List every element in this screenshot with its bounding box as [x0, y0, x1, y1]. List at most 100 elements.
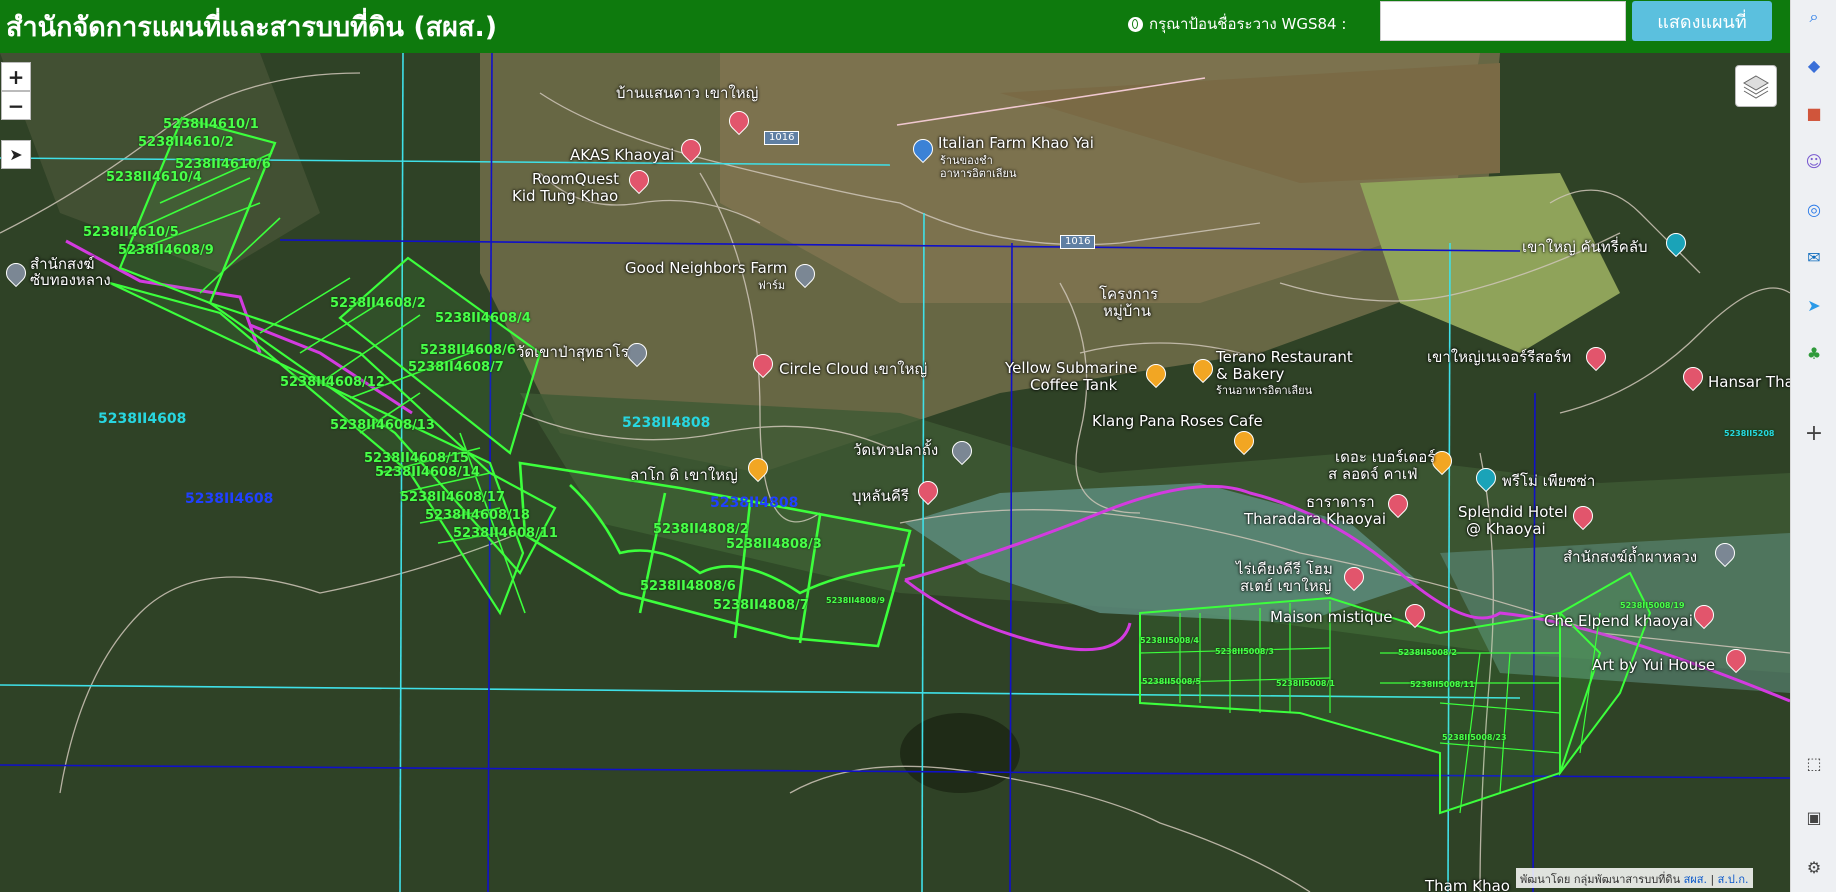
- poi-label[interactable]: เขาใหญ่เนเจอร์รีสอร์ท: [1427, 349, 1571, 366]
- poi-label: หมู่บ้าน: [1103, 303, 1151, 320]
- parcel-label: 5238II4610/1: [163, 117, 259, 132]
- poi-label: โครงการ: [1099, 286, 1158, 303]
- layers-button[interactable]: [1735, 65, 1777, 107]
- browser-sidebar: ⌕ ◆ ■ ☺ ◎ ✉ ➤ ♣ + ⬚ ▣ ⚙: [1790, 0, 1836, 892]
- parcel-label: 5238II4610/4: [106, 170, 202, 185]
- parcel-label: 5238II4608/12: [280, 375, 385, 390]
- zoom-out-button[interactable]: −: [1, 91, 31, 120]
- road-number: 1016: [764, 131, 799, 145]
- road-number: 1016: [1060, 235, 1095, 249]
- poi-label[interactable]: Splendid Hotel: [1458, 504, 1568, 521]
- poi-sublabel: ร้านอาหารอิตาเลียน: [1216, 382, 1312, 399]
- parcel-label: 5238II5008/11: [1410, 680, 1475, 689]
- map-canvas[interactable]: + − ➤ 1016 1016 บ้านแสนดาว เขาใหญ่ AKAS …: [0, 53, 1790, 892]
- parcel-label: 5238II4608/18: [425, 508, 530, 523]
- tag-icon[interactable]: ◆: [1803, 54, 1825, 76]
- poi-label[interactable]: RoomQuest: [532, 171, 619, 188]
- poi-label[interactable]: Yellow Submarine: [1005, 360, 1137, 377]
- poi-label: & Bakery: [1216, 366, 1284, 383]
- poi-label[interactable]: วัดเทวปลาถั้ง: [853, 442, 938, 459]
- poi-label[interactable]: AKAS Khaoyai: [570, 147, 674, 164]
- parcel-label: 5238II4608/11: [453, 526, 558, 541]
- sheet-label: 5238II4808: [710, 495, 798, 511]
- poi-label: Coffee Tank: [1030, 377, 1117, 394]
- search-icon[interactable]: ⌕: [1803, 6, 1825, 28]
- show-map-button[interactable]: แสดงแผนที่: [1632, 1, 1772, 41]
- coord-label: กรุณาป้อนชื่อระวาง WGS84 :: [1128, 12, 1346, 36]
- settings-icon[interactable]: ⚙: [1803, 856, 1825, 878]
- sheet-label: 5238II4608: [185, 491, 273, 507]
- parcel-label: 5238II5008/23: [1442, 733, 1507, 742]
- poi-label[interactable]: Hansar Tha: [1708, 374, 1790, 391]
- layers-icon: [1742, 72, 1770, 100]
- poi-label[interactable]: Italian Farm Khao Yai: [938, 135, 1094, 152]
- copilot-icon[interactable]: ◎: [1803, 198, 1825, 220]
- parcel-label: 5238II4808/6: [640, 579, 736, 594]
- attribution-prefix: พัฒนาโดย กลุ่มพัฒนาสารบบที่ดิน: [1520, 873, 1680, 886]
- header-bar: สำนักจัดการแผนที่และสารบบที่ดิน (สผส.) ก…: [0, 0, 1790, 53]
- poi-label[interactable]: บ้านแสนดาว เขาใหญ่: [616, 85, 758, 102]
- send-icon[interactable]: ➤: [1803, 294, 1825, 316]
- locate-button[interactable]: ➤: [1, 140, 31, 169]
- sheet-label: 5238II4808: [622, 415, 710, 431]
- parcel-label: 5238II4610/5: [83, 225, 179, 240]
- poi-label[interactable]: ไร่เคียงคีรี โฮม: [1236, 561, 1333, 578]
- poi-label[interactable]: Che Elpend khaoyai: [1544, 613, 1693, 630]
- poi-label[interactable]: ธาราดารา: [1306, 494, 1375, 511]
- people-icon[interactable]: ☺: [1803, 150, 1825, 172]
- poi-label: Tham Khao: [1425, 878, 1510, 892]
- attribution-link-spf[interactable]: สผส.: [1684, 873, 1707, 886]
- poi-label[interactable]: Maison mistique: [1270, 609, 1392, 626]
- parcel-label: 5238II5008/3: [1215, 647, 1274, 656]
- globe-icon: [1128, 17, 1143, 32]
- poi-label: สเตย์ เขาใหญ่: [1240, 578, 1331, 595]
- panel-icon[interactable]: ▣: [1803, 806, 1825, 828]
- attribution-separator: |: [1707, 873, 1718, 886]
- poi-label[interactable]: เดอะ เบอร์เดอร์: [1335, 449, 1435, 466]
- poi-label[interactable]: Art by Yui House: [1592, 657, 1715, 674]
- parcel-label: 5238II4608/15: [364, 451, 469, 466]
- poi-label: @ Khaoyai: [1466, 521, 1546, 538]
- parcel-label: 5238II5208: [1724, 429, 1774, 438]
- parcel-label: 5238II4808/7: [713, 598, 809, 613]
- parcel-label: 5238II4608/9: [118, 243, 214, 258]
- tree-icon[interactable]: ♣: [1803, 342, 1825, 364]
- poi-label[interactable]: Terano Restaurant: [1216, 349, 1353, 366]
- parcel-label: 5238II5008/5: [1142, 677, 1201, 686]
- poi-label[interactable]: Klang Pana Roses Cafe: [1092, 413, 1263, 430]
- attribution: พัฒนาโดย กลุ่มพัฒนาสารบบที่ดิน สผส. | ส.…: [1516, 868, 1753, 888]
- poi-label: Tharadara Khaoyai: [1244, 511, 1386, 528]
- parcel-label: 5238II4608/4: [435, 311, 531, 326]
- parcel-label: 5238II4608/14: [375, 465, 480, 480]
- parcel-label: 5238II5008/2: [1398, 648, 1457, 657]
- zoom-in-button[interactable]: +: [1, 62, 31, 91]
- parcel-label: 5238II4608/13: [330, 418, 435, 433]
- add-icon[interactable]: +: [1803, 422, 1825, 444]
- attribution-link-alro[interactable]: ส.ป.ก.: [1718, 873, 1749, 886]
- poi-label[interactable]: บุหลันคีรี: [852, 488, 909, 505]
- poi-label[interactable]: พรีโม่ เพียซซ่า: [1502, 473, 1595, 490]
- parcel-label: 5238II4808/9: [826, 596, 885, 605]
- poi-label[interactable]: Good Neighbors Farm: [625, 260, 787, 277]
- briefcase-icon[interactable]: ■: [1803, 102, 1825, 124]
- outlook-icon[interactable]: ✉: [1803, 246, 1825, 268]
- sheet-name-input[interactable]: [1380, 1, 1626, 41]
- poi-label: ซับทองหลาง: [30, 272, 111, 289]
- poi-label[interactable]: Circle Cloud เขาใหญ่: [779, 361, 927, 378]
- poi-label[interactable]: วัดเขาป่าสุทธาโร: [516, 344, 629, 361]
- poi-label[interactable]: ลาโก ดิ เขาใหญ่: [630, 467, 738, 484]
- parcel-label: 5238II5008/1: [1276, 679, 1335, 688]
- parcel-label: 5238II4608/2: [330, 296, 426, 311]
- parcel-label: 5238II4610/2: [138, 135, 234, 150]
- parcel-label: 5238II4608/6: [420, 343, 516, 358]
- poi-label: ส ลอดจ์ คาเฟ่: [1328, 466, 1418, 483]
- parcel-label: 5238II4808/3: [726, 537, 822, 552]
- poi-label[interactable]: เขาใหญ่ คันทรี่คลับ: [1522, 239, 1648, 256]
- parcel-label: 5238II5008/4: [1140, 636, 1199, 645]
- coord-label-text: กรุณาป้อนชื่อระวาง WGS84 :: [1149, 12, 1346, 36]
- sheet-label: 5238II4608: [98, 411, 186, 427]
- screenshot-icon[interactable]: ⬚: [1803, 752, 1825, 774]
- poi-sublabel: อาหารอิตาเลียน: [940, 165, 1017, 182]
- poi-label[interactable]: สำนักสงฆ์ถ้ำผาหลวง: [1563, 549, 1697, 566]
- parcel-label: 5238II5008/19: [1620, 601, 1685, 610]
